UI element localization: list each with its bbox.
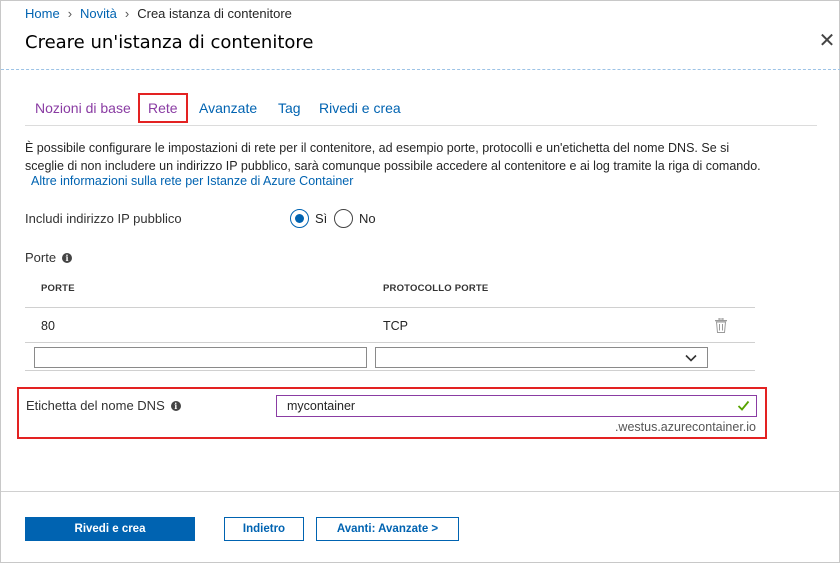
new-port-input[interactable] [34,347,367,368]
column-header-protocol: PROTOCOLLO PORTE [383,283,489,294]
networking-description: È possibile configurare le impostazioni … [25,139,805,175]
dns-name-value: mycontainer [287,399,356,413]
ports-table-header: PORTE PROTOCOLLO PORTE [25,271,755,308]
radio-selected-icon [290,209,309,228]
dns-name-input[interactable]: mycontainer [276,395,757,417]
footer-divider [1,491,840,492]
radio-unselected-icon [334,209,353,228]
info-icon[interactable]: i [62,253,73,263]
public-ip-yes-radio[interactable]: Sì [290,209,327,228]
trash-icon[interactable] [715,318,727,333]
table-row: 80 TCP [25,309,755,343]
port-value: 80 [41,319,55,333]
learn-more-link[interactable]: Altre informazioni sulla rete per Istanz… [31,174,353,188]
column-header-ports: PORTE [41,283,75,294]
public-ip-label: Includi indirizzo IP pubblico [25,211,182,226]
close-icon[interactable]: ✕ [815,29,839,53]
public-ip-yes-label: Sì [315,211,328,226]
protocol-value: TCP [383,319,408,333]
create-container-blade: Home › Novità › Crea istanza di contenit… [0,0,840,563]
description-line-2: sceglie di non includere un indirizzo IP… [25,159,761,173]
review-create-button[interactable]: Rivedi e crea [25,517,195,541]
breadcrumb-home[interactable]: Home [25,6,60,21]
tab-review-create[interactable]: Rivedi e crea [319,93,401,123]
tab-basics[interactable]: Nozioni di base [35,93,131,123]
public-ip-no-radio[interactable]: No [334,209,376,228]
tab-networking[interactable]: Rete [138,93,188,123]
page-title: Creare un'istanza di contenitore [25,32,314,53]
checkmark-icon [737,400,750,411]
header-divider [1,69,840,70]
tab-tags[interactable]: Tag [278,93,301,123]
chevron-right-icon: › [67,6,73,21]
tab-bar: Nozioni di base Rete Avanzate Tag Rivedi… [25,93,817,126]
dns-label-text: Etichetta del nome DNS i [26,398,181,413]
dns-suffix: .westus.azurecontainer.io [614,420,756,434]
dns-label-section: Etichetta del nome DNS i mycontainer .wes… [17,387,767,439]
ports-section-label: Porte i [25,250,73,265]
breadcrumb: Home › Novità › Crea istanza di contenit… [25,6,292,21]
new-protocol-select[interactable] [375,347,708,368]
chevron-right-icon: › [124,6,130,21]
chevron-down-icon [685,354,697,362]
info-icon[interactable]: i [170,401,181,411]
new-port-row [25,343,755,371]
breadcrumb-current: Crea istanza di contenitore [137,6,292,21]
breadcrumb-new[interactable]: Novità [80,6,117,21]
description-line-1: È possibile configurare le impostazioni … [25,141,730,155]
dns-label: Etichetta del nome DNS [26,398,165,413]
tab-advanced[interactable]: Avanzate [199,93,257,123]
next-advanced-button[interactable]: Avanti: Avanzate > [316,517,459,541]
public-ip-no-label: No [359,211,376,226]
back-button[interactable]: Indietro [224,517,304,541]
ports-label: Porte [25,250,57,265]
